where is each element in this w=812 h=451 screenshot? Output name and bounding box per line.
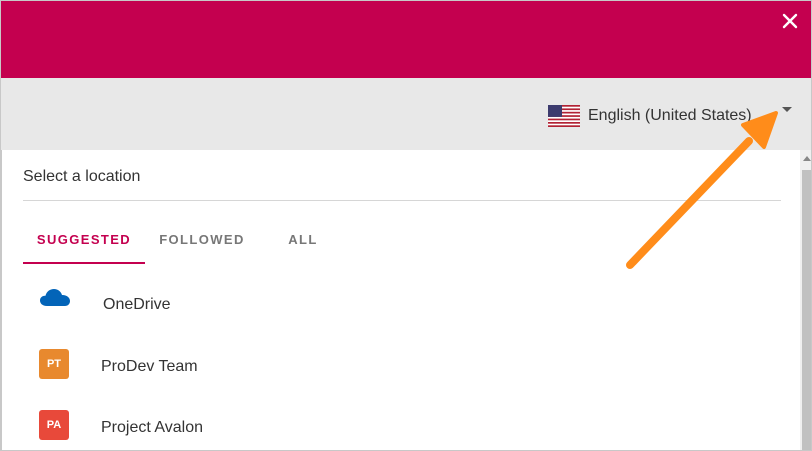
location-label: OneDrive xyxy=(103,296,171,313)
location-picker-dialog: English (United States) Select a locatio… xyxy=(0,0,812,451)
location-label: Project Avalon xyxy=(101,419,203,436)
location-panel: Select a location SUGGESTED FOLLOWED ALL… xyxy=(2,150,800,450)
list-item-onedrive[interactable]: OneDrive xyxy=(2,274,782,324)
caret-down-icon[interactable] xyxy=(782,107,792,112)
close-icon xyxy=(782,13,798,29)
scroll-thumb[interactable] xyxy=(802,170,811,450)
scrollbar[interactable] xyxy=(800,150,811,450)
list-item-project-avalon[interactable]: PA Project Avalon xyxy=(2,397,782,447)
close-button[interactable] xyxy=(777,9,803,35)
language-bar: English (United States) xyxy=(1,78,811,150)
list-item-prodev-team[interactable]: PT ProDev Team xyxy=(2,336,782,386)
tab-followed[interactable]: FOLLOWED xyxy=(155,222,249,264)
language-dropdown[interactable]: English (United States) xyxy=(548,103,752,129)
project-avalon-avatar: PA xyxy=(39,410,69,440)
title-divider xyxy=(23,200,781,201)
onedrive-cloud-icon xyxy=(40,289,70,306)
tab-suggested[interactable]: SUGGESTED xyxy=(23,222,145,264)
location-tabs: SUGGESTED FOLLOWED ALL xyxy=(23,222,343,264)
dialog-header xyxy=(1,1,811,78)
tab-all[interactable]: ALL xyxy=(277,222,329,264)
scroll-up-icon[interactable] xyxy=(803,156,811,161)
location-label: ProDev Team xyxy=(101,358,198,375)
panel-title: Select a location xyxy=(23,168,141,185)
prodev-team-avatar: PT xyxy=(39,349,69,379)
us-flag-icon xyxy=(548,105,580,127)
active-tab-indicator xyxy=(23,262,145,264)
language-label: English (United States) xyxy=(588,107,752,124)
